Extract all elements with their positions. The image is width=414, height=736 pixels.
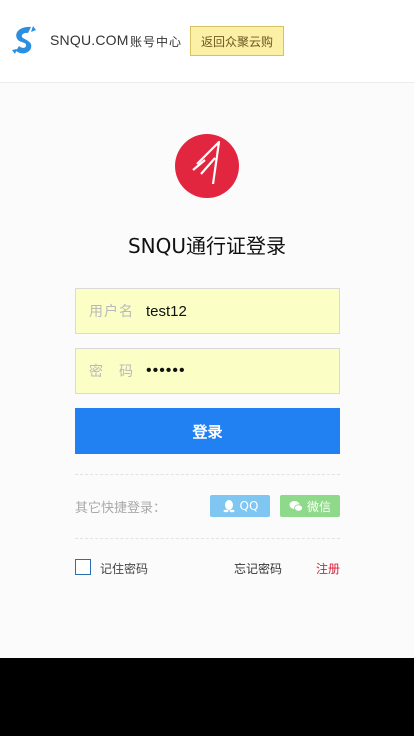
divider bbox=[75, 538, 340, 539]
password-field[interactable]: 密 码 bbox=[75, 348, 340, 394]
qq-login-button[interactable]: QQ bbox=[210, 495, 270, 517]
back-to-store-button[interactable]: 返回众聚云购 bbox=[190, 26, 284, 56]
forgot-password-link[interactable]: 忘记密码 bbox=[234, 560, 282, 577]
qq-label: QQ bbox=[239, 499, 259, 513]
snqu-logo-icon[interactable] bbox=[9, 24, 39, 58]
quick-login-label: 其它快捷登录： bbox=[75, 501, 167, 516]
wechat-label: 微信 bbox=[306, 499, 331, 514]
login-page: SNQU.COM 账号中心 返回众聚云购 SNQU通行证登录 用户名 密 码 登… bbox=[0, 0, 414, 658]
remember-password-checkbox[interactable] bbox=[75, 559, 91, 575]
password-label: 密 码 bbox=[89, 364, 134, 380]
header: SNQU.COM 账号中心 返回众聚云购 bbox=[0, 0, 414, 83]
username-field[interactable]: 用户名 bbox=[75, 288, 340, 334]
login-button[interactable]: 登录 bbox=[75, 408, 340, 454]
username-label: 用户名 bbox=[89, 304, 134, 320]
register-link[interactable]: 注册 bbox=[316, 560, 340, 577]
remember-password-label[interactable]: 记住密码 bbox=[100, 560, 148, 577]
snqu-main-logo-icon bbox=[175, 134, 239, 198]
brand-name: SNQU.COM bbox=[50, 32, 129, 48]
divider bbox=[75, 474, 340, 475]
password-input[interactable] bbox=[146, 362, 326, 380]
brand-subtitle: 账号中心 bbox=[130, 35, 183, 49]
wechat-login-button[interactable]: 微信 bbox=[280, 495, 340, 517]
wechat-icon bbox=[289, 501, 303, 512]
username-input[interactable] bbox=[146, 302, 326, 320]
qq-icon bbox=[223, 500, 235, 513]
page-title: SNQU通行证登录 bbox=[127, 234, 287, 258]
